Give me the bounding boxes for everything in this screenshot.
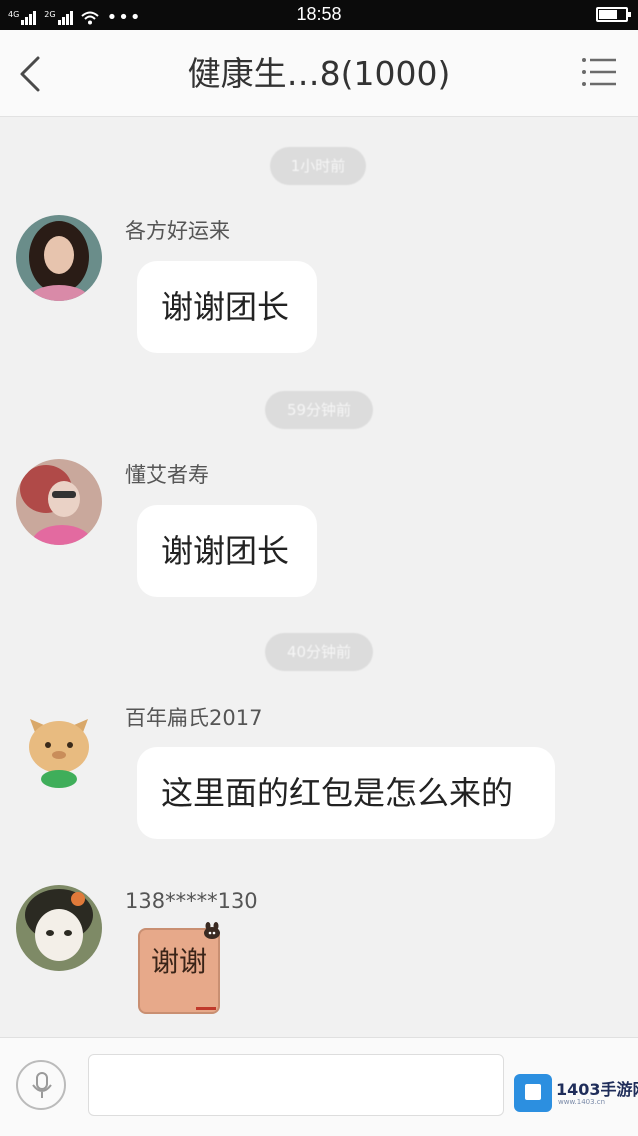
message-input[interactable] [88, 1054, 504, 1116]
avatar[interactable] [16, 215, 102, 301]
timestamp-chip: 1小时前 [270, 147, 366, 185]
message-list[interactable]: 1小时前 各方好运来 谢谢团长 59分钟前 懂艾者寿 谢谢团长 40分钟前 百年… [0, 117, 638, 1037]
sender-name: 各方好运来 [125, 219, 230, 243]
chat-header: 健康生…8(1000) [0, 30, 638, 117]
chat-title: 健康生…8(1000) [187, 54, 451, 93]
message-bubble[interactable]: 谢谢团长 [137, 505, 317, 597]
sender-name: 懂艾者寿 [125, 463, 209, 487]
watermark-url: www.1403.cn [558, 1098, 606, 1106]
watermark-logo-icon [514, 1074, 552, 1112]
avatar-image [16, 885, 102, 971]
sticker-text: 谢谢 [150, 945, 207, 978]
sticker-message[interactable]: 谢谢 [136, 922, 222, 1018]
back-arrow-icon[interactable] [12, 52, 52, 96]
avatar-image [16, 703, 102, 789]
battery-icon [596, 7, 631, 22]
sticker-accent [196, 1007, 216, 1010]
battery-level [599, 10, 618, 19]
sender-name: 138*****130 [125, 889, 258, 913]
bunny-icon [204, 922, 220, 939]
timestamp-chip: 59分钟前 [265, 391, 373, 429]
watermark-text: 1403手游网 [556, 1080, 638, 1099]
avatar-image [16, 459, 102, 545]
microphone-icon [32, 1072, 52, 1098]
message-bubble[interactable]: 这里面的红包是怎么来的 [137, 747, 555, 839]
status-bar: 4G 2G ••• 18:58 [0, 0, 638, 30]
avatar[interactable] [16, 459, 102, 545]
avatar[interactable] [16, 703, 102, 789]
voice-button[interactable] [16, 1060, 66, 1110]
avatar-image [16, 215, 102, 301]
menu-icon[interactable] [580, 54, 620, 94]
timestamp-chip: 40分钟前 [265, 633, 373, 671]
message-bubble[interactable]: 谢谢团长 [137, 261, 317, 353]
watermark: 1403手游网 www.1403.cn [512, 1072, 638, 1116]
avatar[interactable] [16, 885, 102, 971]
sender-name: 百年扁氏2017 [125, 706, 263, 730]
clock: 18:58 [296, 4, 342, 24]
